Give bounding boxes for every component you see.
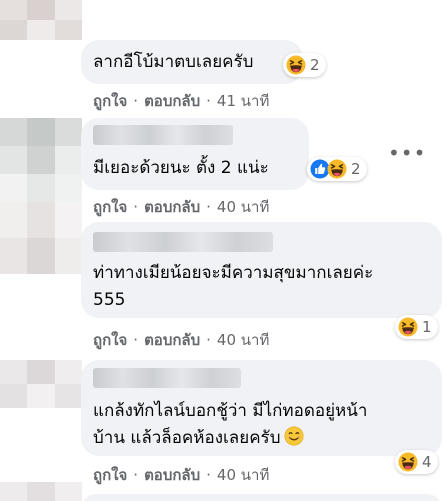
separator: · (133, 92, 139, 110)
comment-text: ลากอีโบ้มาตบเลยครับ (93, 52, 254, 72)
timestamp[interactable]: 41 นาที (217, 92, 269, 110)
avatar[interactable] (0, 482, 82, 501)
reaction-summary[interactable]: 4 (395, 450, 438, 474)
smiling-face-icon (284, 426, 304, 446)
comment-actions: ถูกใจ · ตอบกลับ · 40 นาที (93, 463, 269, 487)
comment-actions: ถูกใจ · ตอบกลับ · 41 นาที (93, 89, 269, 113)
timestamp[interactable]: 40 นาที (217, 466, 269, 484)
reaction-count: 1 (422, 318, 432, 336)
separator: · (133, 466, 139, 484)
like-link[interactable]: ถูกใจ (93, 198, 127, 216)
reaction-summary[interactable]: 2 (307, 157, 367, 181)
commenter-name[interactable] (93, 232, 273, 252)
separator: · (206, 198, 211, 216)
separator: · (206, 466, 211, 484)
comment-actions: ถูกใจ · ตอบกลับ · 40 นาที (93, 328, 269, 352)
avatar[interactable] (0, 202, 82, 274)
comment-text: ท่าทางเมียน้อยจะมีความสุขมากเลยค่ะ (93, 263, 374, 283)
comment-text: 555 (93, 290, 126, 310)
like-link[interactable]: ถูกใจ (93, 466, 127, 484)
separator: · (206, 331, 211, 349)
timestamp[interactable]: 40 นาที (217, 198, 269, 216)
reply-link[interactable]: ตอบกลับ (144, 331, 200, 349)
avatar[interactable] (0, 118, 82, 202)
reaction-count: 4 (422, 453, 432, 471)
avatar[interactable] (0, 360, 82, 408)
separator: · (206, 92, 211, 110)
avatar[interactable] (0, 0, 82, 40)
reaction-count: 2 (310, 56, 320, 74)
like-link[interactable]: ถูกใจ (93, 92, 127, 110)
like-link[interactable]: ถูกใจ (93, 331, 127, 349)
more-options-icon[interactable]: ••• (388, 143, 426, 163)
haha-icon (286, 55, 306, 75)
haha-icon (398, 317, 418, 337)
haha-icon (327, 159, 347, 179)
reaction-count: 2 (351, 160, 361, 178)
comment-text: มีเยอะด้วยนะ ตั้ง 2 แน่ะ (93, 158, 269, 178)
timestamp[interactable]: 40 นาที (217, 331, 269, 349)
separator: · (133, 198, 139, 216)
commenter-name[interactable] (93, 368, 241, 388)
comment-text: แกล้งทักไลน์บอกชู้ว่า มีไก่ทอดอยู่หน้า (93, 401, 368, 421)
comment-bubble (81, 494, 442, 501)
reply-link[interactable]: ตอบกลับ (144, 198, 200, 216)
haha-icon (398, 452, 418, 472)
reaction-summary[interactable]: 2 (283, 53, 326, 77)
reply-link[interactable]: ตอบกลับ (144, 92, 200, 110)
reply-link[interactable]: ตอบกลับ (144, 466, 200, 484)
separator: · (133, 331, 139, 349)
commenter-name[interactable] (93, 125, 233, 145)
comment-text: บ้าน แล้วล็อคห้องเลยครับ (93, 428, 281, 448)
comment-actions: ถูกใจ · ตอบกลับ · 40 นาที (93, 195, 269, 219)
reaction-summary[interactable]: 1 (395, 315, 438, 339)
comment-text-line: บ้าน แล้วล็อคห้องเลยครับ (93, 425, 304, 451)
